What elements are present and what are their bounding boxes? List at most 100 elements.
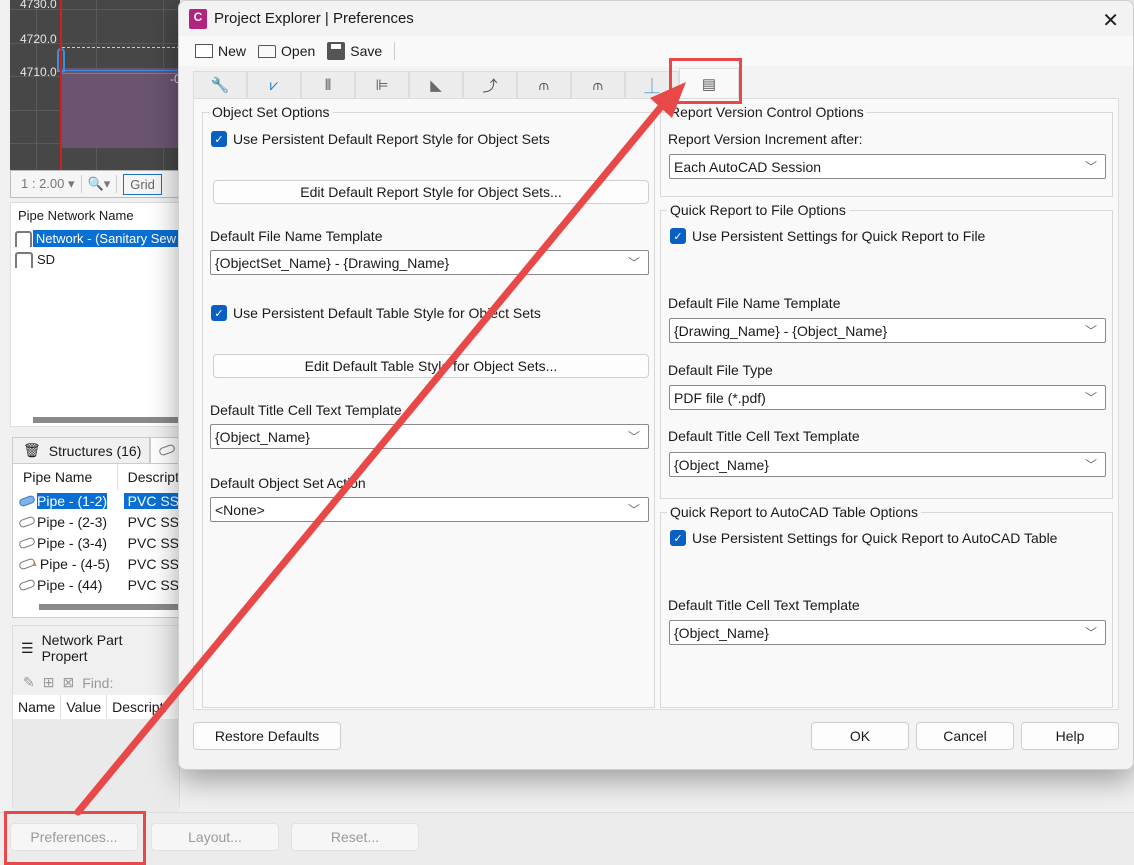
divider — [116, 175, 118, 193]
reset-button[interactable]: Reset... — [291, 823, 419, 851]
profile-view[interactable]: 4730.0 4720.0 4710.0 -0 — [10, 0, 180, 170]
tab-general[interactable]: 🔧 — [193, 71, 247, 98]
existing-ground-line — [62, 47, 180, 48]
checkbox-label: Use Persistent Default Report Style for … — [233, 131, 550, 147]
file-name-template-label: Default File Name Template — [668, 295, 841, 311]
preferences-tabs: 🔧 ⩗ ⫴ ⊫ ◣ ⤴ ⫙ ⫙ ⏊ ▤ — [193, 68, 739, 98]
file-name-template-select[interactable]: {ObjectSet_Name} - {Drawing_Name} ﹀ — [210, 250, 649, 275]
bottom-button-bar: Preferences... Layout... Reset... — [0, 812, 1134, 865]
list-item[interactable]: SD — [11, 249, 179, 270]
pipe-icon — [18, 536, 36, 549]
column-header[interactable]: Descript — [118, 464, 179, 490]
pipe-network-list: Pipe Network Name Network - (Sanitary Se… — [10, 202, 180, 427]
tab-content: Object Set Options ✓ Use Persistent Defa… — [193, 98, 1119, 710]
tab-corridor-section[interactable]: ⫴ — [301, 71, 355, 98]
toolbar-divider — [394, 42, 396, 60]
use-persistent-table-style-checkbox[interactable]: ✓ Use Persistent Default Table Style for… — [211, 305, 541, 321]
road-icon: ◣ — [430, 77, 442, 94]
object-set-action-select[interactable]: <None> ﹀ — [210, 497, 649, 522]
delete-icon[interactable]: ⊠ — [62, 674, 74, 691]
save-button[interactable]: Save — [323, 42, 386, 60]
pipe-name: Pipe - (3-4) — [37, 534, 108, 551]
use-persistent-quick-report-table-checkbox[interactable]: ✓ Use Persistent Settings for Quick Repo… — [670, 530, 1057, 546]
pipe-description: PVC SS — [127, 534, 179, 551]
table-row[interactable]: Pipe - (1-2) PVC SS — [13, 490, 179, 511]
column-header[interactable]: Value — [61, 695, 108, 719]
use-persistent-report-style-checkbox[interactable]: ✓ Use Persistent Default Report Style fo… — [211, 131, 550, 147]
list-item-label: SD — [37, 252, 56, 267]
edit-default-table-style-button[interactable]: Edit Default Table Style for Object Sets… — [213, 354, 649, 378]
file-name-template-label: Default File Name Template — [210, 228, 383, 244]
chevron-down-icon: ﹀ — [1084, 458, 1097, 472]
table-row[interactable]: ▲Pipe - (4-5) PVC SS — [13, 553, 179, 574]
group-title: Object Set Options — [209, 104, 333, 120]
tab-label: Structures (16) — [48, 442, 142, 459]
properties-body — [13, 719, 179, 817]
tab-assembly[interactable]: ⊫ — [355, 71, 409, 98]
group-title: Report Version Control Options — [667, 104, 867, 120]
table-header: Name Value Descripti — [13, 695, 179, 719]
horizontal-scrollbar[interactable] — [39, 604, 179, 610]
layout-button[interactable]: Layout... — [151, 823, 279, 851]
column-header[interactable]: Name — [13, 695, 62, 719]
close-button[interactable]: ✕ — [1102, 8, 1119, 33]
checkbox-label: Use Persistent Settings for Quick Report… — [692, 530, 1058, 546]
pipe-icon — [158, 443, 176, 457]
new-button[interactable]: New — [191, 43, 250, 59]
chevron-down-icon: ﹀ — [627, 430, 640, 444]
highlight-preferences-button — [4, 811, 146, 865]
edit-icon[interactable]: ✎ — [23, 674, 35, 691]
table-row[interactable]: Pipe - (2-3) PVC SS — [13, 511, 179, 532]
pipe-description: PVC SS — [127, 513, 179, 530]
tab-corridor[interactable]: ◣ — [409, 71, 463, 98]
add-icon[interactable]: ⊞ — [43, 674, 55, 691]
help-button[interactable]: Help — [1021, 722, 1119, 750]
version-increment-label: Report Version Increment after: — [668, 131, 863, 147]
table-row[interactable]: Pipe - (44) PVC SS — [13, 574, 179, 595]
ok-button[interactable]: OK — [811, 722, 909, 750]
pipe-icon — [18, 578, 36, 591]
elevation-label: 4720.0 — [20, 32, 57, 46]
quick-table-title-cell-select[interactable]: {Object_Name} ﹀ — [669, 620, 1106, 645]
column-header[interactable]: Pipe Name — [13, 464, 118, 490]
magnifier-icon[interactable]: 🔍▾ — [88, 176, 111, 192]
use-persistent-quick-report-file-checkbox[interactable]: ✓ Use Persistent Settings for Quick Repo… — [670, 228, 985, 244]
table-row[interactable]: Pipe - (3-4) PVC SS — [13, 532, 179, 553]
title-cell-template-label: Default Title Cell Text Template — [210, 402, 402, 418]
cancel-button[interactable]: Cancel — [916, 722, 1014, 750]
tab-pressure-network[interactable]: ⫙ — [571, 71, 625, 98]
pipe-profile — [62, 70, 180, 74]
tab-structures[interactable]: 🗑 Structures (16) — [12, 437, 150, 463]
select-value: <None> — [215, 501, 265, 518]
quick-file-title-cell-select[interactable]: {Object_Name} ﹀ — [669, 452, 1106, 477]
column-header[interactable]: Pipe Network Name — [11, 203, 179, 228]
title-cell-template-select[interactable]: {Object_Name} ﹀ — [210, 424, 649, 449]
column-header[interactable]: Descripti — [107, 695, 171, 719]
checkbox-checked-icon: ✓ — [670, 530, 686, 546]
list-item[interactable]: Network - (Sanitary Sew — [11, 228, 179, 249]
scale-dropdown[interactable]: 1 : 2.00 ▾ — [21, 176, 75, 192]
restore-defaults-button[interactable]: Restore Defaults — [193, 722, 341, 750]
tab-pipes[interactable] — [150, 437, 180, 463]
select-value: {Object_Name} — [674, 456, 769, 473]
folder-open-icon — [258, 44, 277, 58]
checkbox-label: Use Persistent Default Table Style for O… — [233, 305, 541, 321]
quick-file-name-template-select[interactable]: {Drawing_Name} - {Object_Name} ﹀ — [669, 318, 1106, 343]
title-cell-template-label: Default Title Cell Text Template — [668, 597, 860, 613]
horizontal-scrollbar[interactable] — [33, 417, 179, 423]
structure-icon: 🗑 — [23, 442, 41, 458]
dialog-title: Project Explorer | Preferences — [214, 10, 414, 27]
grid-button[interactable]: Grid — [123, 173, 162, 195]
chevron-down-icon: ﹀ — [1084, 324, 1097, 338]
background-app-panel: 4730.0 4720.0 4710.0 -0 1 : 2.00 ▾ 🔍▾ Gr… — [0, 0, 180, 865]
edit-default-report-style-button[interactable]: Edit Default Report Style for Object Set… — [213, 180, 649, 204]
select-value: {ObjectSet_Name} - {Drawing_Name} — [215, 254, 450, 271]
tab-alignment[interactable]: ⤴ — [463, 71, 517, 98]
version-increment-select[interactable]: Each AutoCAD Session ﹀ — [669, 154, 1106, 179]
open-button[interactable]: Open — [254, 43, 319, 59]
tab-surface[interactable]: ⩗ — [247, 71, 301, 98]
chevron-down-icon: ﹀ — [1084, 160, 1097, 174]
tab-pipe-network[interactable]: ⫙ — [517, 71, 571, 98]
file-type-select[interactable]: PDF file (*.pdf) ﹀ — [669, 385, 1106, 410]
title-bar[interactable]: C Project Explorer | Preferences ✕ — [179, 1, 1133, 36]
